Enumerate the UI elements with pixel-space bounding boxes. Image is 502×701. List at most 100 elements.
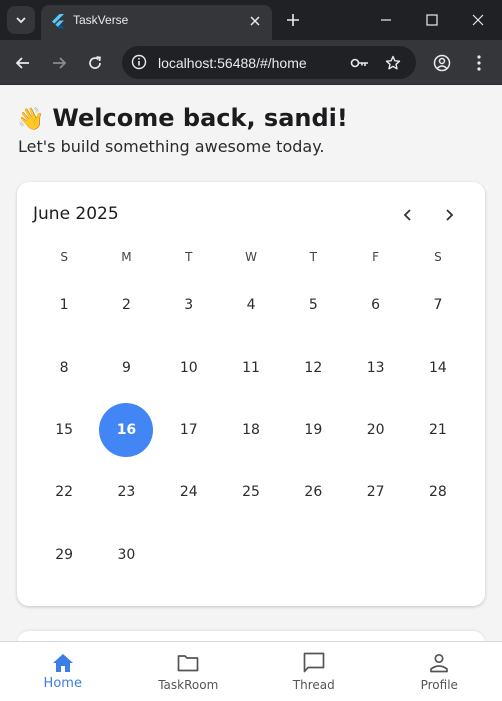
- reload-icon: [89, 56, 101, 69]
- folder-icon: [176, 651, 200, 675]
- calendar-grid: SMTWTFS 1 2 3 4 5 6 7 8 9 10 11 12 13 14 15 16 17 18 19 20 2…: [33, 240, 469, 586]
- calendar-day-number: 13: [366, 359, 385, 376]
- calendar-day[interactable]: 14: [407, 336, 469, 398]
- nav-item-home[interactable]: Home: [0, 642, 126, 701]
- url-text: localhost:56488/#/home: [158, 55, 307, 71]
- maximize-button[interactable]: [417, 6, 447, 34]
- bottom-navigation: Home TaskRoom Thread Profile: [0, 641, 502, 701]
- calendar-day-number: 14: [429, 359, 447, 376]
- tab-close-button[interactable]: [246, 12, 264, 30]
- nav-item-taskroom[interactable]: TaskRoom: [126, 642, 252, 701]
- weekday-label: M: [121, 250, 132, 264]
- calendar-day-number: 4: [246, 297, 256, 314]
- plus-icon: [287, 14, 299, 26]
- calendar-empty-cell: [344, 524, 406, 586]
- calendar-day-number: 25: [242, 484, 260, 501]
- calendar-day[interactable]: 21: [407, 399, 469, 461]
- calendar-empty-cell: [407, 524, 469, 586]
- star-icon: [385, 55, 401, 70]
- calendar-day[interactable]: 5: [282, 274, 344, 336]
- calendar-day-number: 9: [121, 359, 131, 376]
- calendar-day[interactable]: 22: [33, 461, 95, 523]
- next-month-button[interactable]: [438, 204, 460, 226]
- password-key-button[interactable]: [350, 53, 370, 73]
- calendar-day[interactable]: 4: [220, 274, 282, 336]
- site-info-button[interactable]: [130, 53, 148, 71]
- chevron-down-icon: [16, 17, 26, 24]
- tab-search-button[interactable]: [7, 6, 35, 34]
- calendar-week-row: 29 30: [33, 524, 469, 586]
- weekday-header-row: SMTWTFS: [33, 240, 469, 274]
- calendar-day[interactable]: 11: [220, 336, 282, 398]
- calendar-day[interactable]: 18: [220, 399, 282, 461]
- calendar-day[interactable]: 27: [344, 461, 406, 523]
- arrow-right-icon: [53, 57, 67, 69]
- minimize-button[interactable]: [371, 6, 401, 34]
- weekday-label: S: [60, 250, 68, 264]
- forward-button[interactable]: [46, 50, 72, 76]
- calendar-day[interactable]: 23: [95, 461, 157, 523]
- weekday-label: T: [185, 250, 193, 264]
- calendar-day[interactable]: 26: [282, 461, 344, 523]
- calendar-week-row: 22 23 24 25 26 27 28: [33, 461, 469, 523]
- nav-label-thread: Thread: [292, 678, 335, 692]
- close-window-button[interactable]: [463, 6, 493, 34]
- calendar-week-row: 1 2 3 4 5 6 7: [33, 274, 469, 336]
- arrow-left-icon: [15, 57, 29, 69]
- calendar-day[interactable]: 12: [282, 336, 344, 398]
- calendar-day-number: 12: [304, 359, 323, 376]
- home-icon: [51, 651, 75, 675]
- calendar-day[interactable]: 17: [158, 399, 220, 461]
- calendar-day-number: 2: [121, 297, 131, 314]
- calendar-day[interactable]: 20: [344, 399, 406, 461]
- calendar-day[interactable]: 15: [33, 399, 95, 461]
- calendar-day[interactable]: 10: [158, 336, 220, 398]
- nav-label-profile: Profile: [420, 678, 458, 692]
- previous-month-button[interactable]: [397, 204, 419, 226]
- calendar-day[interactable]: 9: [95, 336, 157, 398]
- calendar-day[interactable]: 19: [282, 399, 344, 461]
- calendar-day-number: 7: [433, 297, 443, 314]
- nav-item-profile[interactable]: Profile: [377, 642, 502, 701]
- close-icon: [250, 16, 260, 26]
- calendar-day[interactable]: 6: [344, 274, 406, 336]
- calendar-day[interactable]: 8: [33, 336, 95, 398]
- calendar-day-number: 19: [304, 421, 323, 438]
- calendar-day-selected[interactable]: 16: [95, 399, 157, 461]
- calendar-day[interactable]: 2: [95, 274, 157, 336]
- calendar-day[interactable]: 24: [158, 461, 220, 523]
- calendar-empty-cell: [220, 524, 282, 586]
- account-circle-icon: [433, 54, 451, 72]
- calendar-day[interactable]: 1: [33, 274, 95, 336]
- calendar-empty-cell: [158, 524, 220, 586]
- back-button[interactable]: [10, 50, 36, 76]
- browser-menu-button[interactable]: [466, 50, 492, 76]
- calendar-day-number: 21: [429, 421, 447, 438]
- calendar-day-number: 27: [366, 484, 385, 501]
- calendar-day[interactable]: 28: [407, 461, 469, 523]
- tab-title: TaskVerse: [73, 13, 129, 27]
- calendar-day[interactable]: 13: [344, 336, 406, 398]
- calendar-day[interactable]: 25: [220, 461, 282, 523]
- calendar-month-label: June 2025: [33, 204, 119, 224]
- nav-item-thread[interactable]: Thread: [251, 642, 377, 701]
- bookmark-button[interactable]: [383, 53, 403, 73]
- calendar-day[interactable]: 29: [33, 524, 95, 586]
- browser-toolbar: localhost:56488/#/home: [0, 40, 502, 85]
- calendar-day[interactable]: 7: [407, 274, 469, 336]
- calendar-day-number: 24: [179, 484, 198, 501]
- calendar-card: June 2025 SMTWTFS 1 2 3 4 5 6 7 8 9 10 11 12 13 14 15 1…: [17, 182, 485, 606]
- profile-menu-button[interactable]: [429, 50, 455, 76]
- new-tab-button[interactable]: [282, 9, 304, 31]
- calendar-day[interactable]: 30: [95, 524, 157, 586]
- calendar-day-number: 15: [55, 421, 74, 438]
- chevron-left-icon: [403, 209, 411, 221]
- reload-button[interactable]: [82, 50, 108, 76]
- browser-tab[interactable]: TaskVerse: [41, 5, 272, 40]
- address-bar[interactable]: localhost:56488/#/home: [122, 46, 416, 79]
- greeting-text: Welcome back, sandi!: [52, 104, 348, 132]
- calendar-day-number: 26: [304, 484, 323, 501]
- calendar-day-number: 10: [179, 359, 198, 376]
- calendar-day-number: 30: [117, 546, 136, 563]
- calendar-day[interactable]: 3: [158, 274, 220, 336]
